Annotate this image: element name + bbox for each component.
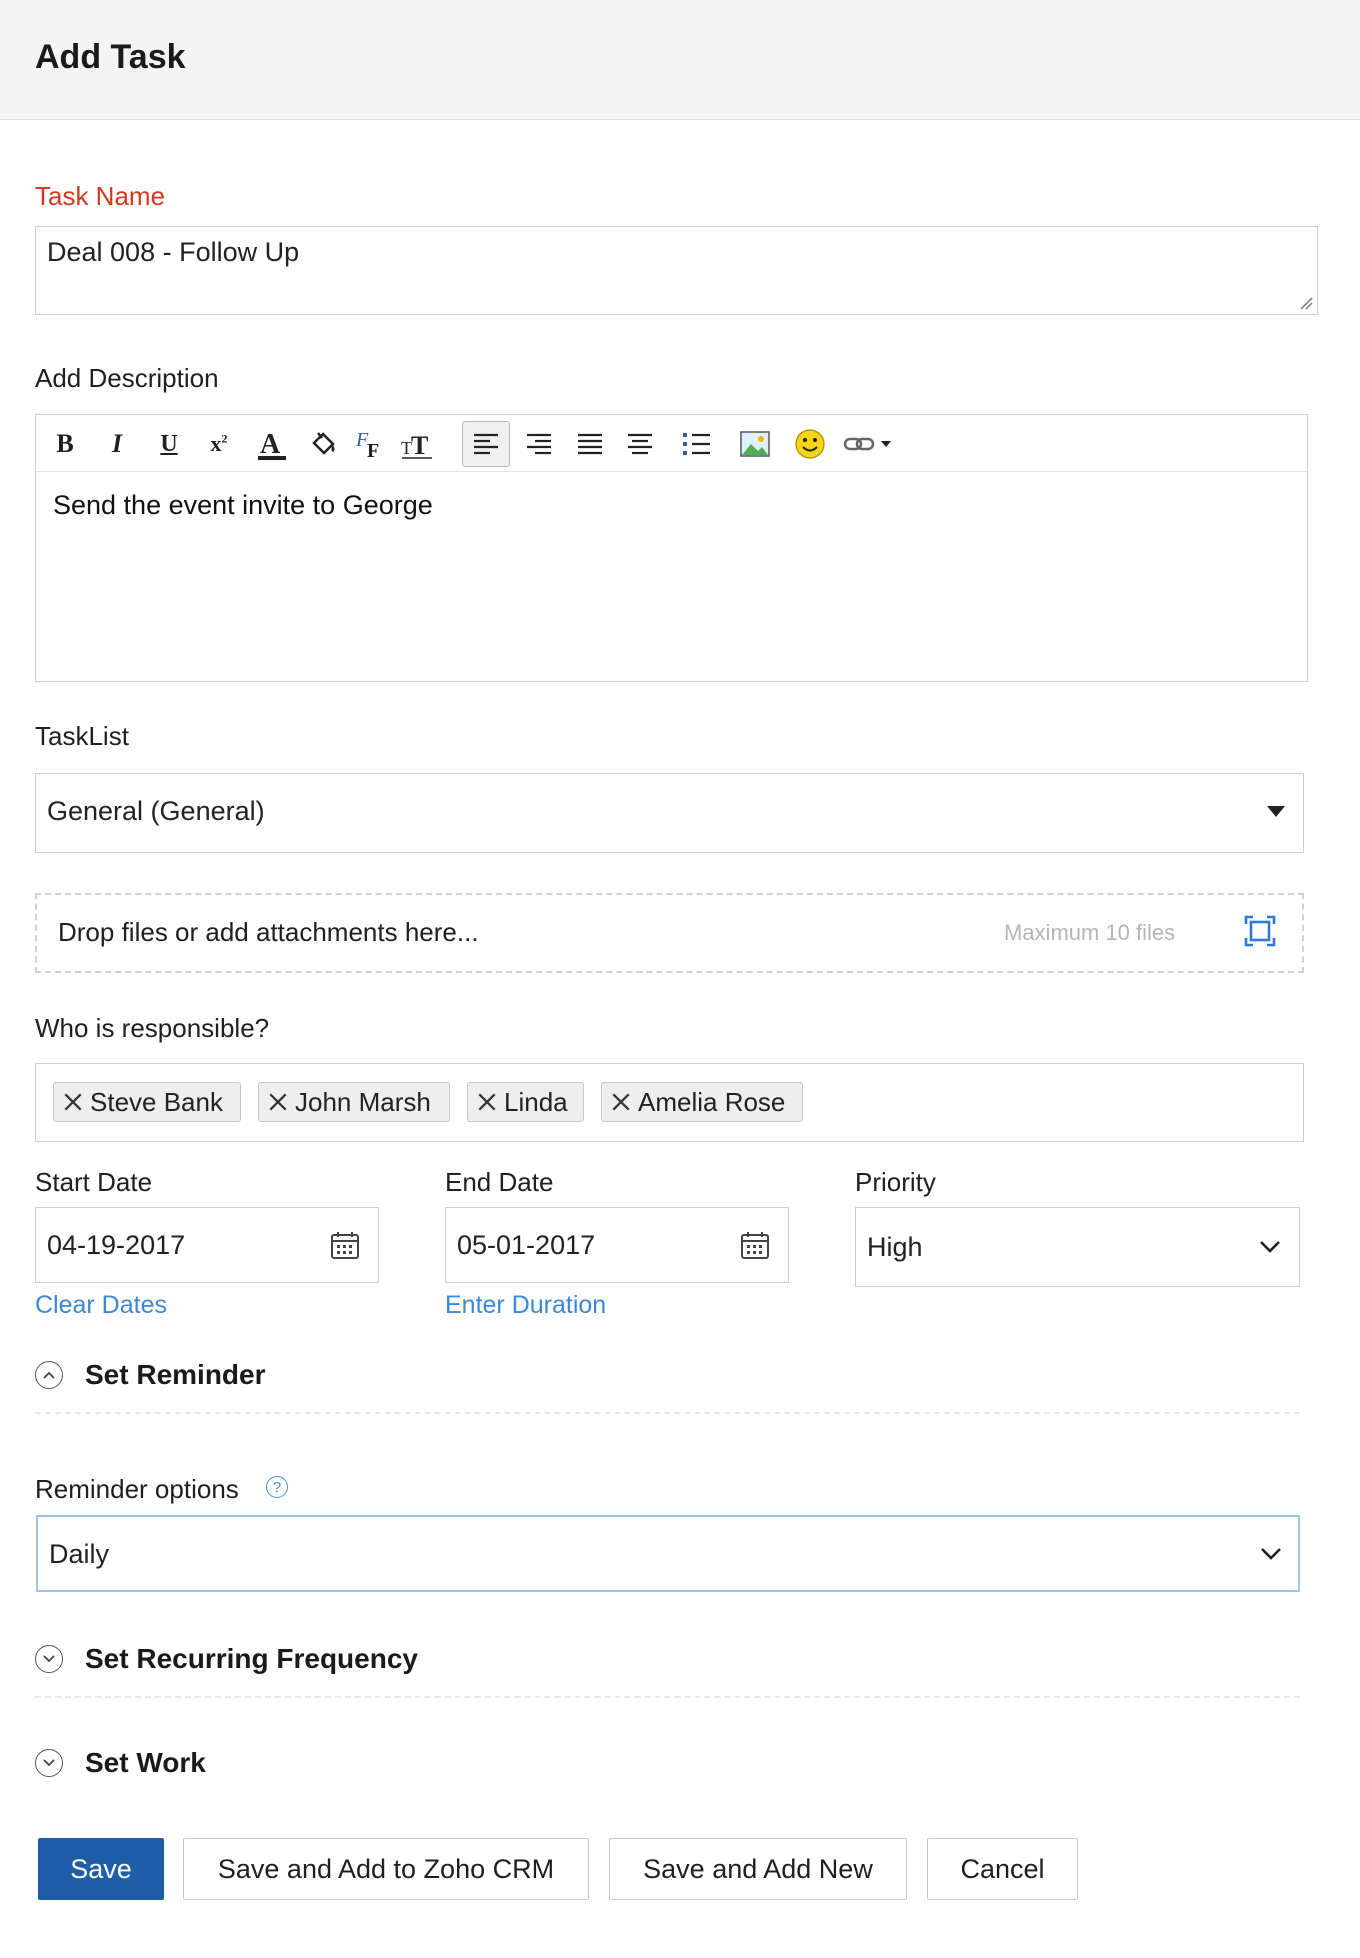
font-family-icon[interactable]: FF — [349, 421, 395, 467]
description-text: Send the event invite to George — [53, 490, 433, 520]
start-date-value: 04-19-2017 — [47, 1230, 186, 1260]
font-color-icon[interactable]: A — [249, 421, 295, 467]
cancel-button[interactable]: Cancel — [927, 1838, 1078, 1900]
attachment-dropzone[interactable]: Drop files or add attachments here... Ma… — [35, 893, 1304, 973]
end-date-input[interactable]: 05-01-2017 — [445, 1207, 789, 1283]
remove-icon[interactable] — [476, 1091, 498, 1113]
expand-work-icon[interactable] — [35, 1749, 63, 1777]
description-label: Add Description — [35, 363, 219, 393]
italic-icon[interactable]: I — [94, 421, 140, 467]
tasklist-select[interactable]: General (General) — [35, 773, 1304, 853]
remove-icon[interactable] — [267, 1091, 289, 1113]
chevron-down-icon — [1260, 1241, 1280, 1253]
set-work-heading[interactable]: Set Work — [85, 1747, 206, 1779]
svg-text:F: F — [367, 440, 379, 460]
caret-down-icon — [1267, 806, 1285, 817]
remove-icon[interactable] — [62, 1091, 84, 1113]
set-reminder-heading[interactable]: Set Reminder — [85, 1359, 266, 1391]
attachment-hint: Maximum 10 files — [1004, 920, 1176, 945]
expand-recurring-icon[interactable] — [35, 1645, 63, 1673]
clear-dates-link[interactable]: Clear Dates — [35, 1291, 167, 1320]
calendar-icon[interactable] — [740, 1230, 770, 1260]
save-add-crm-button[interactable]: Save and Add to Zoho CRM — [183, 1838, 589, 1900]
attachment-text: Drop files or add attachments here... — [58, 917, 479, 947]
assignee-name: John Marsh — [295, 1086, 431, 1117]
calendar-icon[interactable] — [330, 1230, 360, 1260]
editor-toolbar: B I U x2 A FF TT — [36, 415, 1307, 472]
save-button[interactable]: Save — [38, 1838, 164, 1900]
task-name-value: Deal 008 - Follow Up — [47, 237, 300, 267]
svg-text:A: A — [260, 429, 281, 460]
priority-label: Priority — [855, 1167, 936, 1197]
end-date-value: 05-01-2017 — [457, 1230, 596, 1260]
chevron-down-icon — [1261, 1548, 1281, 1560]
bold-icon[interactable]: B — [42, 421, 88, 467]
set-recurring-heading[interactable]: Set Recurring Frequency — [85, 1643, 418, 1675]
page-title: Add Task — [35, 38, 186, 76]
reminder-options-select[interactable]: Daily — [36, 1515, 1300, 1592]
resize-handle-icon[interactable] — [1299, 296, 1313, 310]
assignee-name: Linda — [504, 1086, 568, 1117]
start-date-label: Start Date — [35, 1167, 153, 1197]
dialog-header: Add Task — [0, 0, 1360, 120]
align-left-icon[interactable] — [462, 421, 510, 467]
help-icon[interactable]: ? — [266, 1476, 288, 1498]
collapse-reminder-icon[interactable] — [35, 1361, 63, 1389]
align-center-icon[interactable] — [617, 421, 663, 467]
reminder-options-value: Daily — [49, 1539, 110, 1569]
svg-text:T: T — [411, 431, 428, 460]
end-date-label: End Date — [445, 1167, 554, 1197]
reminder-options-label: Reminder options — [35, 1474, 239, 1504]
priority-select[interactable]: High — [855, 1207, 1300, 1287]
justify-icon[interactable] — [567, 421, 613, 467]
assignee-tag: Steve Bank — [53, 1082, 241, 1122]
assignee-name: Amelia Rose — [638, 1086, 786, 1117]
bullet-list-icon[interactable] — [674, 421, 720, 467]
task-name-input[interactable]: Deal 008 - Follow Up — [35, 226, 1318, 315]
assignee-tag: Amelia Rose — [601, 1082, 803, 1122]
tasklist-label: TaskList — [35, 721, 129, 751]
fill-color-icon[interactable] — [300, 421, 346, 467]
assignee-name: Steve Bank — [90, 1086, 223, 1117]
underline-icon[interactable]: U — [146, 421, 192, 467]
font-size-icon[interactable]: TT — [394, 421, 440, 467]
emoji-icon[interactable] — [787, 421, 833, 467]
start-date-input[interactable]: 04-19-2017 — [35, 1207, 379, 1283]
save-add-new-button[interactable]: Save and Add New — [609, 1838, 907, 1900]
align-right-icon[interactable] — [516, 421, 562, 467]
divider — [35, 1696, 1300, 1698]
remove-icon[interactable] — [610, 1091, 632, 1113]
assignee-tag: John Marsh — [258, 1082, 450, 1122]
responsible-field[interactable]: Steve Bank John Marsh Linda Amelia Rose — [35, 1063, 1304, 1142]
insert-image-icon[interactable] — [732, 421, 778, 467]
priority-value: High — [867, 1232, 923, 1262]
divider — [35, 1412, 1300, 1414]
more-dropdown-icon[interactable] — [871, 421, 901, 467]
attach-expand-icon[interactable] — [1244, 915, 1276, 947]
task-name-label: Task Name — [35, 181, 166, 211]
responsible-label: Who is responsible? — [35, 1013, 270, 1043]
tasklist-value: General (General) — [47, 796, 265, 826]
assignee-tag: Linda — [467, 1082, 584, 1122]
superscript-icon[interactable]: x2 — [196, 421, 242, 467]
enter-duration-link[interactable]: Enter Duration — [445, 1291, 606, 1320]
